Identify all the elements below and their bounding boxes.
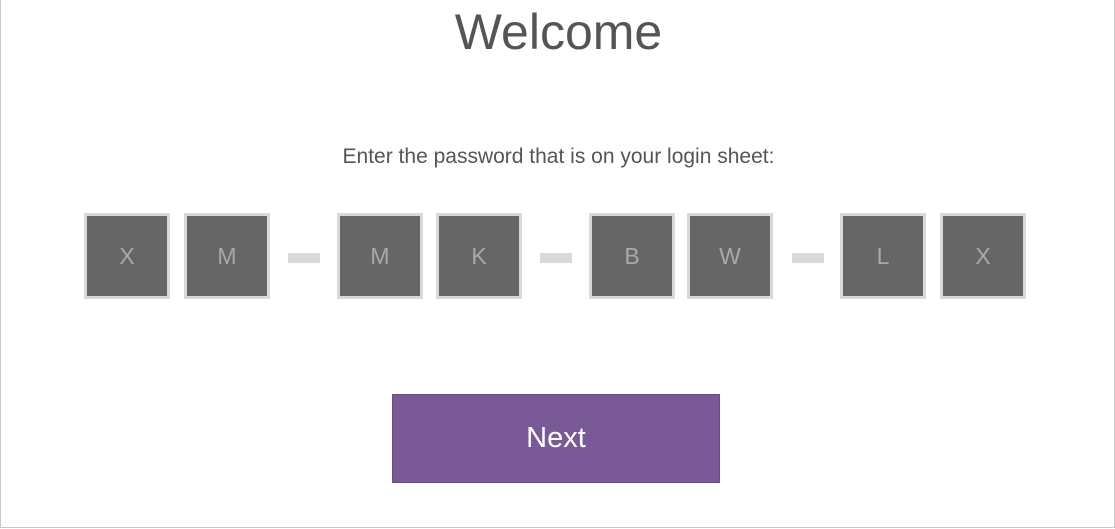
password-char-box-7[interactable]: L: [840, 213, 926, 299]
password-entry: X M M K B W L X: [1, 213, 1115, 299]
password-instruction: Enter the password that is on your login…: [342, 145, 775, 168]
password-char-box-2[interactable]: M: [184, 213, 270, 299]
next-button[interactable]: Next: [392, 394, 720, 483]
password-char-box-6[interactable]: W: [687, 213, 773, 299]
page-title: Welcome: [454, 4, 663, 60]
separator-dash: [540, 253, 572, 263]
separator-dash: [792, 253, 824, 263]
password-char-box-8[interactable]: X: [940, 213, 1026, 299]
password-char-box-1[interactable]: X: [84, 213, 170, 299]
separator-dash: [288, 253, 320, 263]
login-panel: Welcome Enter the password that is on yo…: [0, 0, 1115, 528]
password-char-box-4[interactable]: K: [436, 213, 522, 299]
password-char-box-5[interactable]: B: [589, 213, 675, 299]
password-char-box-3[interactable]: M: [337, 213, 423, 299]
